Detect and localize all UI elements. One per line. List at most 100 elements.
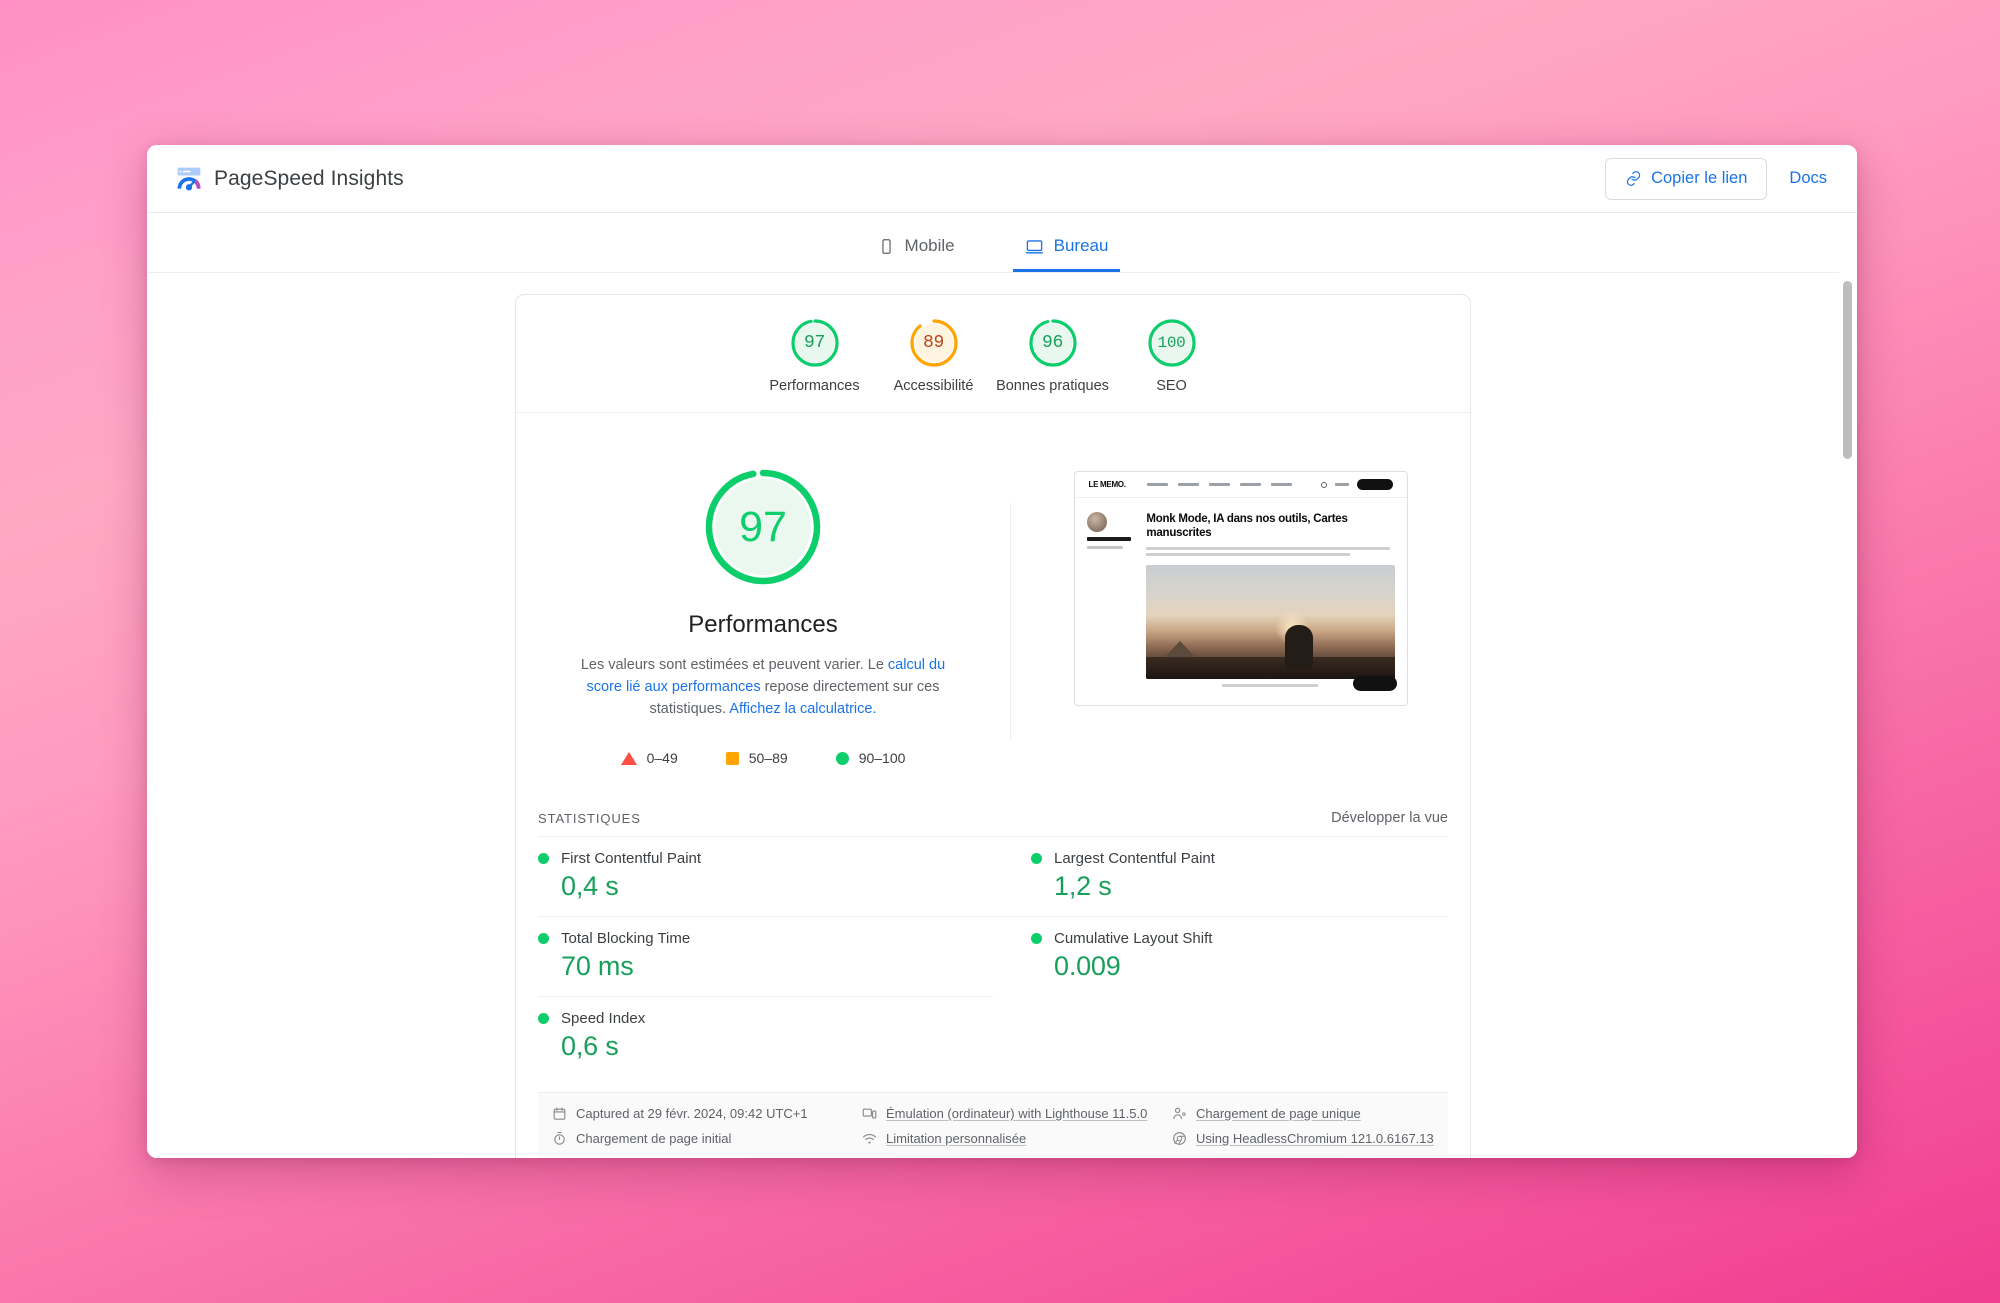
thumbnail-hero-photo	[1146, 565, 1395, 680]
thumbnail-floating-button	[1352, 676, 1397, 691]
emulation-icon	[862, 1108, 877, 1119]
thumbnail-nav-right	[1320, 479, 1393, 490]
calendar-icon	[553, 1107, 566, 1120]
circle-green-icon	[835, 751, 849, 765]
statistics-header: STATISTIQUES Développer la vue	[516, 782, 1470, 836]
hero-score-panel: 97 Performances Les valeurs sont estimée…	[516, 465, 1010, 782]
metric-cumulative-layout-shift[interactable]: Cumulative Layout Shift 0.009	[993, 916, 1448, 996]
category-score-strip: 97 Performances 89 Accessibilité 96 Bonn…	[516, 295, 1470, 413]
meta-captured-at: Captured at 29 févr. 2024, 09:42 UTC+1	[552, 1106, 852, 1121]
tab-bureau[interactable]: Bureau	[1012, 234, 1121, 272]
meta-throttling[interactable]: Limitation personnalisée	[862, 1131, 1162, 1146]
chromium-icon	[1173, 1132, 1186, 1145]
tab-mobile[interactable]: Mobile	[866, 234, 967, 272]
meta-text: Captured at 29 févr. 2024, 09:42 UTC+1	[576, 1106, 808, 1122]
metric-placeholder	[993, 996, 1448, 1076]
meta-initial-page-load: Chargement de page initial	[552, 1131, 852, 1146]
gauge-bonnes-pratiques: 96	[1027, 317, 1079, 369]
header-actions: Copier le lien Docs	[1605, 157, 1831, 200]
thumbnail-avatar	[1086, 512, 1107, 532]
metrics-grid: First Contentful Paint 0,4 s Largest Con…	[516, 836, 1470, 1082]
hero-section: 97 Performances Les valeurs sont estimée…	[516, 413, 1470, 782]
app-header: PageSpeed Insights Copier le lien Docs	[147, 145, 1857, 213]
gauge-bonnes-pratiques-value: 96	[1041, 333, 1063, 353]
app-title: PageSpeed Insights	[214, 166, 404, 190]
gauge-performances: 97	[789, 317, 841, 369]
status-dot-good	[538, 933, 549, 945]
browser-window: PageSpeed Insights Copier le lien Docs M…	[147, 145, 1857, 1158]
metric-speed-index[interactable]: Speed Index 0,6 s	[538, 996, 993, 1076]
expand-view-button[interactable]: Développer la vue	[1331, 810, 1448, 826]
report-card: 97 Performances 89 Accessibilité 96 Bonn…	[515, 294, 1471, 1158]
content-scroll-area: Mobile Bureau 97 Performances 89 Accessi…	[147, 213, 1857, 1158]
gauge-seo: 100	[1146, 317, 1198, 369]
category-score-seo[interactable]: 100 SEO	[1112, 317, 1231, 394]
thumbnail-article-title: Monk Mode, IA dans nos outils, Cartes ma…	[1146, 513, 1348, 540]
triangle-red-icon	[620, 751, 637, 765]
metric-value: 70 ms	[561, 951, 634, 982]
hero-gauge: 97	[701, 465, 825, 589]
gauge-performances-value: 97	[803, 333, 825, 353]
meta-text: Chargement de page unique	[1196, 1106, 1361, 1122]
status-dot-good	[1031, 933, 1042, 945]
gauge-accessibilite: 89	[908, 317, 960, 369]
metric-total-blocking-time[interactable]: Total Blocking Time 70 ms	[538, 916, 993, 996]
metric-name: Cumulative Layout Shift	[1054, 930, 1213, 948]
legend-item-good: 90–100	[835, 750, 906, 767]
meta-text: Using HeadlessChromium 121.0.6167.139 wi…	[1196, 1131, 1434, 1147]
brand[interactable]: PageSpeed Insights	[175, 165, 404, 193]
meta-emulation[interactable]: Émulation (ordinateur) with Lighthouse 1…	[862, 1106, 1162, 1121]
meta-chromium-version[interactable]: Using HeadlessChromium 121.0.6167.139 wi…	[1172, 1131, 1434, 1146]
scrollbar-thumb[interactable]	[1843, 281, 1852, 459]
metric-first-contentful-paint[interactable]: First Contentful Paint 0,4 s	[538, 836, 993, 916]
copy-link-button[interactable]: Copier le lien	[1605, 157, 1768, 200]
docs-link[interactable]: Docs	[1789, 169, 1831, 188]
meta-text: Chargement de page initial	[576, 1131, 732, 1147]
thumbnail-search-icon	[1320, 481, 1327, 488]
desktop-monitor-icon	[1025, 239, 1043, 254]
legend-label-poor: 0–49	[646, 750, 678, 767]
category-label-bonnes-pratiques: Bonnes pratiques	[996, 378, 1109, 394]
gauge-seo-value: 100	[1157, 334, 1186, 352]
thumbnail-site-logo: LE MEMO.	[1088, 480, 1126, 489]
throttling-icon	[863, 1134, 876, 1144]
meta-single-page-load[interactable]: Chargement de page unique	[1172, 1106, 1434, 1121]
hero-title: Performances	[688, 611, 838, 638]
category-label-accessibilite: Accessibilité	[893, 378, 974, 394]
gauge-accessibilite-value: 89	[922, 333, 944, 353]
legend-label-average: 50–89	[748, 750, 788, 767]
status-dot-good	[1031, 853, 1042, 865]
metric-name: Speed Index	[561, 1010, 646, 1028]
run-metadata: Captured at 29 févr. 2024, 09:42 UTC+1 É…	[538, 1092, 1448, 1158]
thumbnail-body: Monk Mode, IA dans nos outils, Cartes ma…	[1075, 498, 1407, 688]
status-dot-good	[538, 853, 549, 865]
metric-name: First Contentful Paint	[561, 850, 702, 868]
category-score-accessibilite[interactable]: 89 Accessibilité	[874, 317, 993, 394]
score-legend: 0–49 50–89 90–100	[620, 750, 906, 767]
calculator-link[interactable]: Affichez la calculatrice.	[729, 701, 876, 717]
category-score-performances[interactable]: 97 Performances	[755, 317, 874, 394]
link-icon	[1626, 171, 1641, 186]
tab-bureau-label: Bureau	[1053, 236, 1109, 255]
category-score-bonnes-pratiques[interactable]: 96 Bonnes pratiques	[993, 317, 1112, 394]
thumbnail-nav-links	[1146, 483, 1292, 486]
scrollbar[interactable]	[1842, 213, 1853, 1158]
single-load-icon	[1173, 1107, 1186, 1120]
tab-mobile-label: Mobile	[904, 236, 955, 255]
metric-name: Total Blocking Time	[561, 930, 691, 948]
statistics-title: STATISTIQUES	[538, 810, 641, 826]
page-screenshot-thumbnail[interactable]: LE MEMO. Monk Mode, IA dans nos outils, …	[1073, 471, 1408, 706]
copy-link-label: Copier le lien	[1651, 169, 1748, 187]
thumbnail-nav: LE MEMO.	[1074, 472, 1407, 498]
metric-name: Largest Contentful Paint	[1054, 850, 1215, 868]
status-dot-good	[538, 1013, 549, 1025]
metric-largest-contentful-paint[interactable]: Largest Contentful Paint 1,2 s	[993, 836, 1448, 916]
hero-desc-part1: Les valeurs sont estimées et peuvent var…	[580, 657, 888, 673]
hero-thumbnail-panel: LE MEMO. Monk Mode, IA dans nos outils, …	[1011, 465, 1470, 782]
pagespeed-gauge-logo-icon	[177, 167, 201, 190]
metric-value: 0,4 s	[561, 871, 619, 902]
thumbnail-article: Monk Mode, IA dans nos outils, Cartes ma…	[1146, 512, 1395, 688]
legend-label-good: 90–100	[858, 750, 906, 767]
hero-description: Les valeurs sont estimées et peuvent var…	[574, 654, 952, 720]
metric-value: 0,6 s	[561, 1031, 619, 1062]
